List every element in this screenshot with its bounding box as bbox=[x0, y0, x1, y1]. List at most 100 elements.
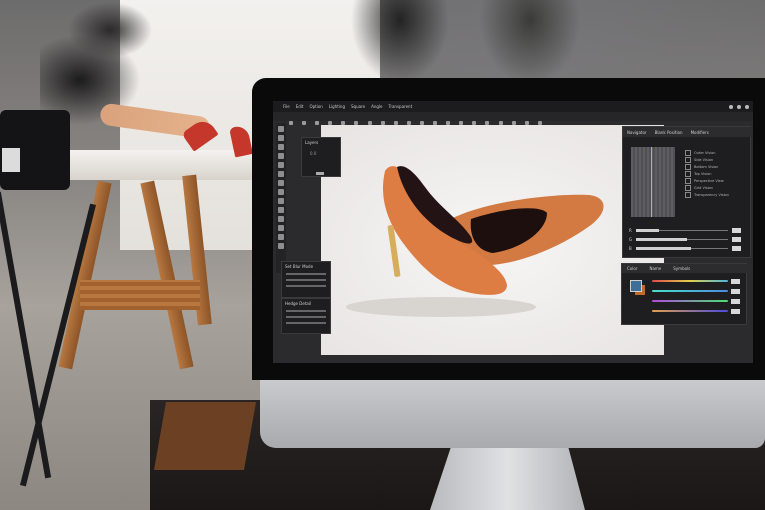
nav-slider-value[interactable] bbox=[732, 245, 741, 251]
text-tool-icon[interactable] bbox=[278, 216, 284, 222]
option-outer-vision[interactable]: Outer Vision bbox=[685, 149, 745, 156]
nav-slider-value[interactable] bbox=[732, 236, 741, 242]
shape-tool-icon[interactable] bbox=[278, 225, 284, 231]
toolbar bbox=[273, 112, 753, 125]
nav-slider-fill bbox=[636, 237, 687, 241]
checkbox-icon[interactable] bbox=[685, 191, 691, 198]
color-slider-track[interactable] bbox=[652, 290, 728, 292]
lasso-tool-icon[interactable] bbox=[278, 144, 284, 150]
brush-tool-icon[interactable] bbox=[278, 171, 284, 177]
option-bottom-vision[interactable]: Bottom Vision bbox=[685, 163, 745, 170]
slider-label: R bbox=[629, 227, 632, 233]
tab-blank-position[interactable]: Blank Position bbox=[655, 130, 683, 135]
people-background bbox=[340, 0, 610, 80]
monitor-stand bbox=[430, 440, 585, 510]
color-value-box[interactable] bbox=[731, 288, 740, 294]
nav-slider-track[interactable] bbox=[636, 237, 728, 241]
maximize-icon[interactable] bbox=[737, 105, 741, 109]
checkbox-icon[interactable] bbox=[685, 184, 691, 191]
menu-item-edit[interactable]: Edit bbox=[296, 104, 304, 109]
color-slider-row[interactable] bbox=[652, 298, 740, 304]
color-slider-row[interactable] bbox=[652, 278, 740, 284]
navigator-panel: Navigator Blank Position Modifiers Outer… bbox=[622, 126, 753, 258]
tab-navigator[interactable]: Navigator bbox=[627, 130, 647, 135]
tab-modifiers[interactable]: Modifiers bbox=[691, 130, 709, 135]
navigator-preview[interactable] bbox=[631, 147, 675, 217]
monitor-screen: File Edit Option Lighting Square Angle T… bbox=[273, 101, 753, 363]
nav-slider-row[interactable]: G bbox=[629, 236, 741, 242]
stamp-tool-icon[interactable] bbox=[278, 180, 284, 186]
move-tool-icon[interactable] bbox=[278, 135, 284, 141]
monitor-chin bbox=[260, 368, 765, 448]
option-perspective-view[interactable]: Perspective View bbox=[685, 177, 745, 184]
select-tool-icon[interactable] bbox=[278, 126, 284, 132]
minimize-icon[interactable] bbox=[729, 105, 733, 109]
vision-options: Outer Vision Side Vision Bottom Vision T… bbox=[685, 149, 745, 198]
detail-slider[interactable] bbox=[286, 322, 326, 324]
checkbox-icon[interactable] bbox=[685, 170, 691, 177]
menu-bar: File Edit Option Lighting Square Angle T… bbox=[273, 101, 753, 112]
option-top-vision[interactable]: Top Vision bbox=[685, 170, 745, 177]
marquee-tool-icon[interactable] bbox=[302, 121, 307, 125]
blur-slider[interactable] bbox=[286, 285, 326, 287]
color-slider-track[interactable] bbox=[652, 300, 728, 302]
menu-item-lighting[interactable]: Lighting bbox=[329, 104, 345, 109]
nav-slider-row[interactable]: B bbox=[629, 245, 741, 251]
navigator-guide-line bbox=[651, 147, 652, 217]
option-transparency-vision[interactable]: Transparency Vision bbox=[685, 191, 745, 198]
crop-tool-icon[interactable] bbox=[278, 153, 284, 159]
pen-tool-icon[interactable] bbox=[278, 207, 284, 213]
color-slider-row[interactable] bbox=[652, 288, 740, 294]
hand-tool-icon[interactable] bbox=[278, 234, 284, 240]
layers-knob[interactable] bbox=[316, 172, 324, 175]
nav-slider-fill bbox=[635, 246, 692, 250]
color-slider-track[interactable] bbox=[652, 280, 728, 282]
layers-panel[interactable]: Layers 0.0 bbox=[301, 137, 341, 177]
nav-slider-track[interactable] bbox=[635, 228, 728, 232]
hedge-detail-title: Hedge Detail bbox=[285, 301, 312, 306]
move-tool-icon[interactable] bbox=[289, 121, 293, 125]
nav-slider-value[interactable] bbox=[732, 227, 741, 233]
blur-mode-panel[interactable]: Set Blur Mode bbox=[281, 261, 331, 298]
option-side-vision[interactable]: Side Vision bbox=[685, 156, 745, 163]
checkbox-icon[interactable] bbox=[685, 177, 691, 184]
blur-slider[interactable] bbox=[286, 273, 326, 275]
color-value-box[interactable] bbox=[731, 308, 740, 314]
close-icon[interactable] bbox=[745, 105, 749, 109]
detail-slider[interactable] bbox=[286, 310, 326, 312]
tab-color[interactable]: Color bbox=[627, 266, 637, 271]
menu-item-square[interactable]: Square bbox=[351, 104, 365, 109]
image-canvas[interactable] bbox=[321, 125, 664, 355]
table-shelf bbox=[80, 280, 200, 310]
zoom-tool-icon[interactable] bbox=[278, 243, 284, 249]
blur-slider[interactable] bbox=[286, 279, 326, 281]
checkbox-icon[interactable] bbox=[685, 163, 691, 170]
checkbox-icon[interactable] bbox=[685, 149, 691, 156]
option-grid-vision[interactable]: Grid Vision bbox=[685, 184, 745, 191]
checkbox-icon[interactable] bbox=[685, 156, 691, 163]
nav-slider-row[interactable]: R bbox=[629, 227, 741, 233]
color-value-box[interactable] bbox=[731, 298, 740, 304]
gradient-tool-icon[interactable] bbox=[278, 198, 284, 204]
eyedropper-tool-icon[interactable] bbox=[278, 162, 284, 168]
slider-label: B bbox=[629, 245, 632, 251]
tab-name[interactable]: Name bbox=[649, 266, 661, 271]
color-value-box[interactable] bbox=[731, 278, 740, 284]
color-slider-track[interactable] bbox=[652, 310, 728, 312]
menu-item-file[interactable]: File bbox=[283, 104, 290, 109]
shoe-photo bbox=[346, 166, 604, 317]
hedge-detail-panel[interactable]: Hedge Detail bbox=[281, 298, 331, 334]
nav-slider-track[interactable] bbox=[635, 246, 728, 250]
nav-slider-fill bbox=[635, 228, 659, 232]
color-slider-row[interactable] bbox=[652, 308, 740, 314]
detail-slider[interactable] bbox=[286, 316, 326, 318]
menu-item-option[interactable]: Option bbox=[309, 104, 322, 109]
lasso-tool-icon[interactable] bbox=[315, 121, 320, 125]
menu-item-angle[interactable]: Angle bbox=[371, 104, 382, 109]
menu-item-transparent[interactable]: Transparent bbox=[388, 104, 412, 109]
layers-panel-value: 0.0 bbox=[310, 151, 317, 156]
tab-symbols[interactable]: Symbols bbox=[673, 266, 690, 271]
eraser-tool-icon[interactable] bbox=[278, 189, 284, 195]
slider-label: G bbox=[629, 236, 633, 242]
foreground-color-swatch[interactable] bbox=[630, 280, 642, 292]
